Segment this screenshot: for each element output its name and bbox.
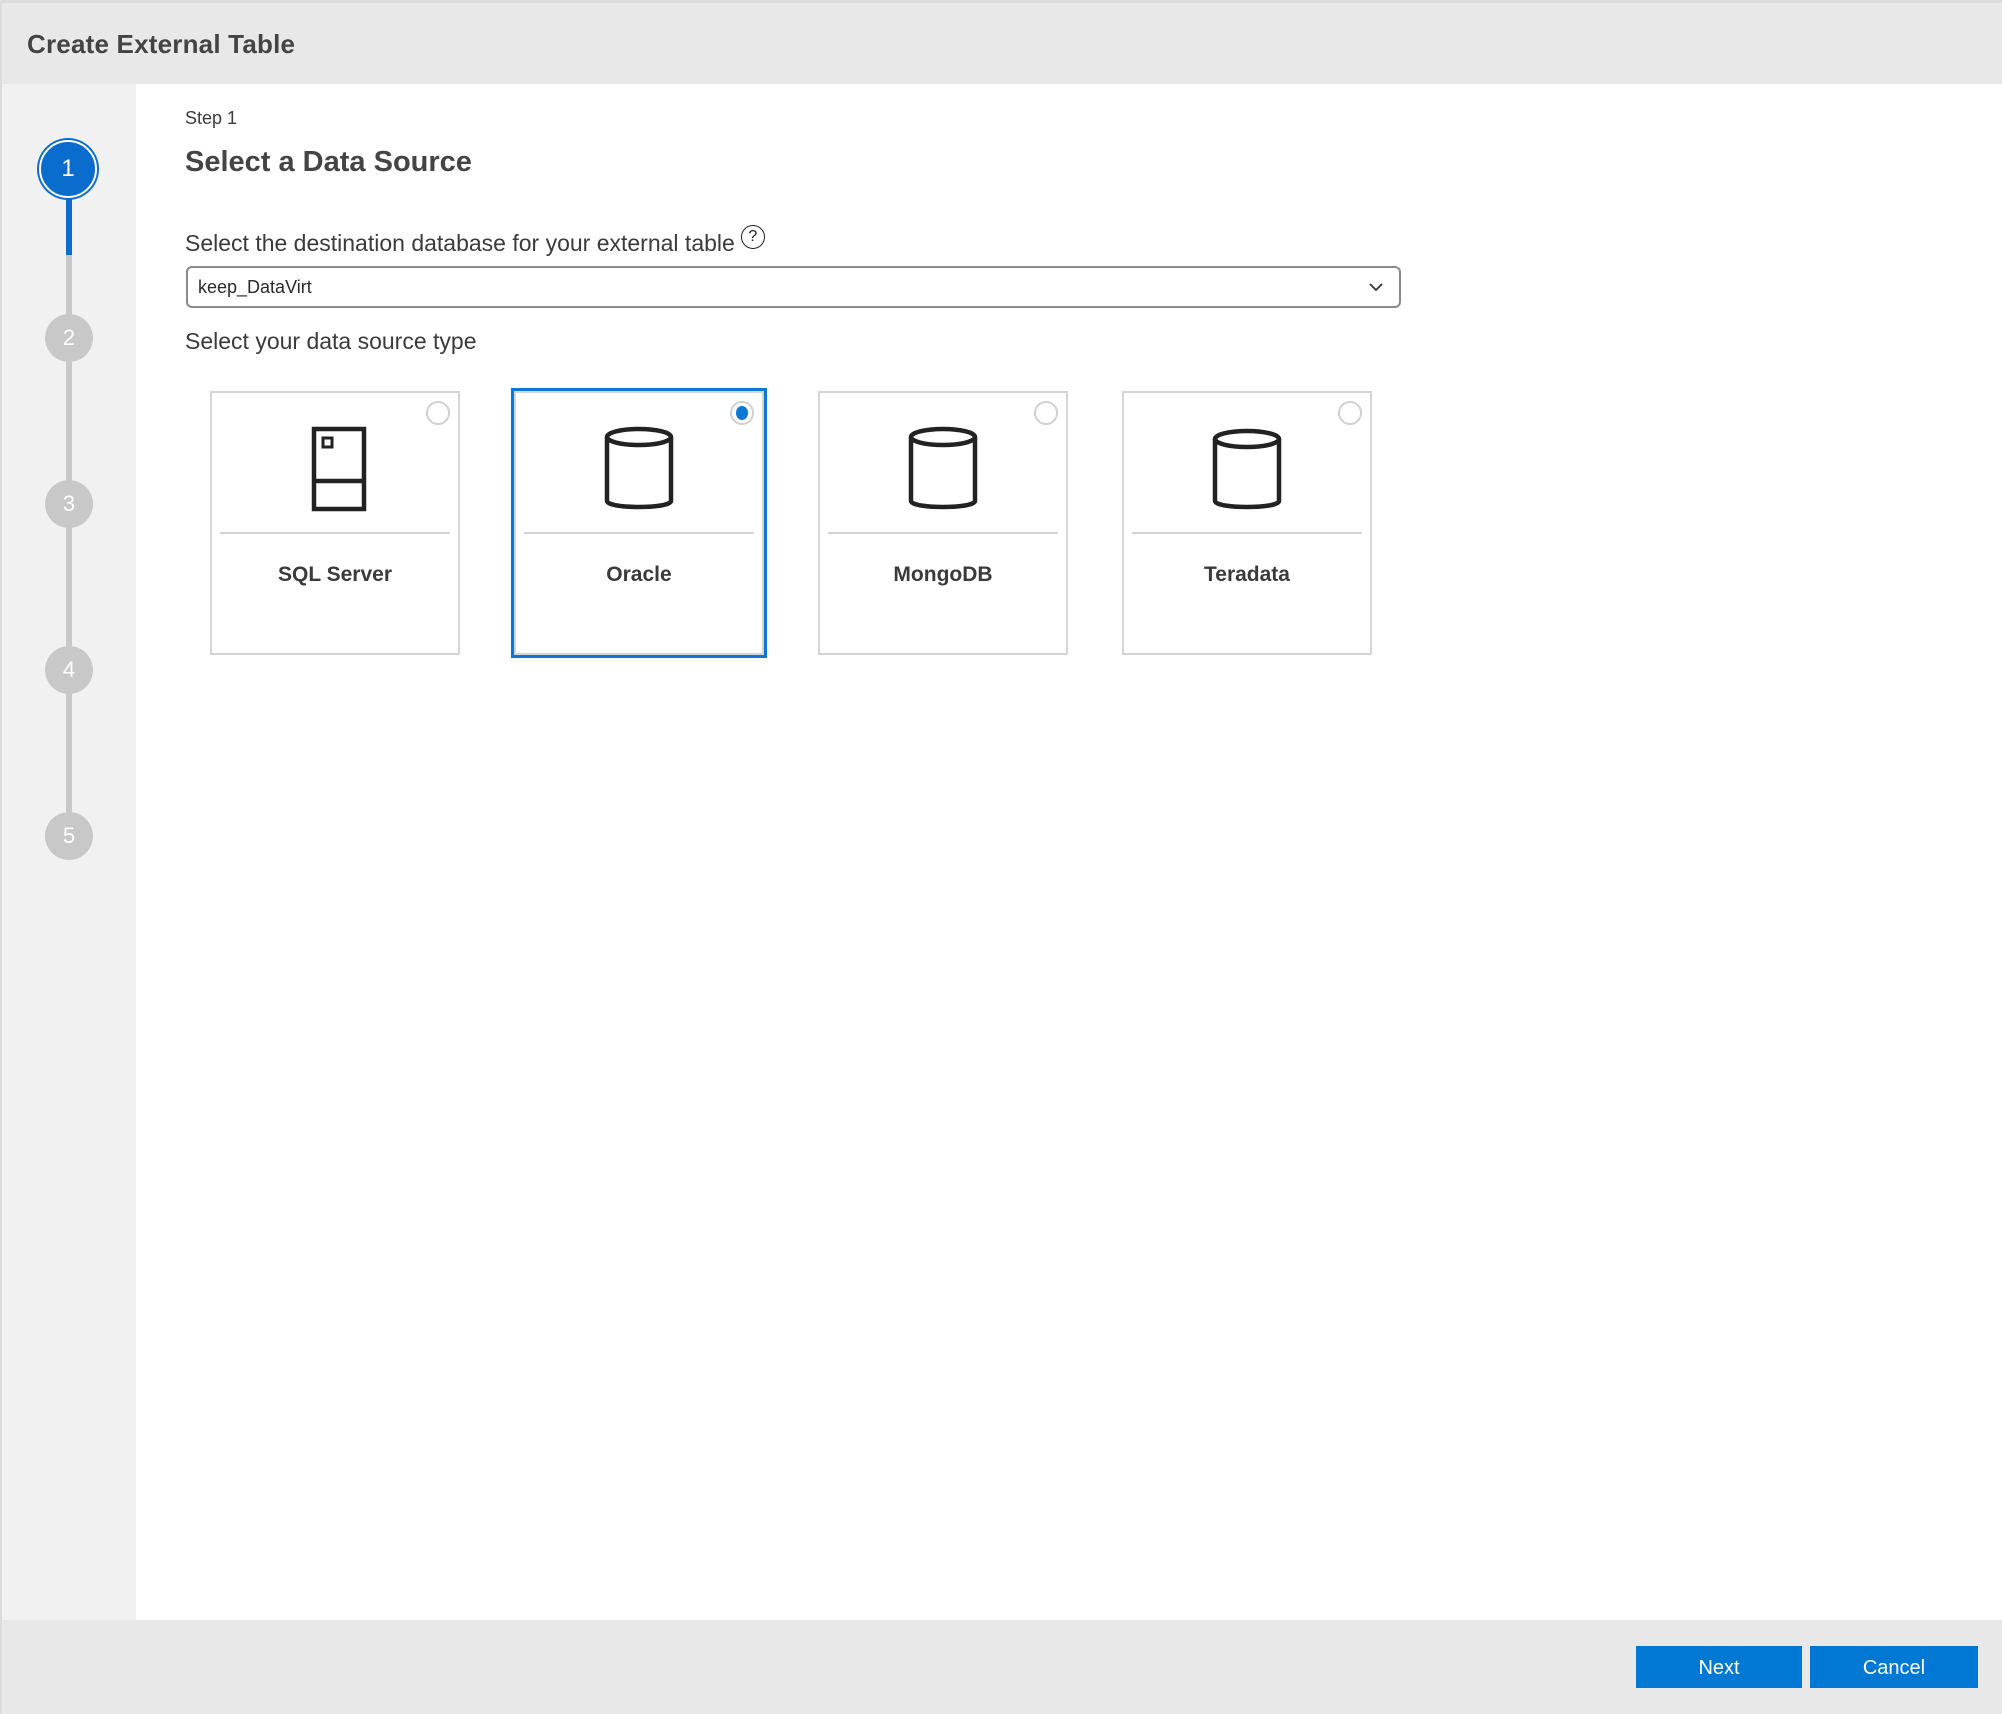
step-5-indicator[interactable]: 5	[45, 812, 93, 860]
next-button[interactable]: Next	[1636, 1646, 1802, 1688]
source-label: Oracle	[606, 563, 672, 586]
source-label: MongoDB	[893, 563, 993, 586]
create-external-table-dialog: Create External Table 1 2 3 4 5 Step 1 S…	[2, 3, 2002, 1714]
dialog-header: Create External Table	[2, 3, 2002, 84]
cancel-button[interactable]: Cancel	[1810, 1646, 1978, 1688]
dialog-title: Create External Table	[27, 29, 296, 59]
source-card-mongodb[interactable]: MongoDB	[818, 391, 1068, 655]
source-label: SQL Server	[277, 563, 392, 586]
source-label: Teradata	[1204, 563, 1290, 586]
source-card-oracle[interactable]: Oracle	[514, 391, 764, 655]
step-connector-active	[66, 188, 72, 255]
database-icon	[604, 426, 674, 510]
destination-database-label-text: Select the destination database for your…	[185, 230, 735, 256]
card-divider	[1132, 532, 1362, 534]
step-4-indicator[interactable]: 4	[45, 646, 93, 694]
card-divider	[828, 532, 1058, 534]
step-2-indicator[interactable]: 2	[45, 314, 93, 362]
radio-sql-server[interactable]	[426, 401, 450, 425]
dialog-footer: Next Cancel	[2, 1620, 2002, 1714]
card-divider	[220, 532, 450, 534]
destination-database-select[interactable]: keep_DataVirt	[186, 266, 1401, 308]
step-label: Step 1	[185, 108, 238, 128]
radio-mongodb[interactable]	[1034, 401, 1058, 425]
server-icon	[311, 426, 367, 512]
radio-teradata[interactable]	[1338, 401, 1362, 425]
step-3-indicator[interactable]: 3	[45, 480, 93, 528]
question-circle-icon[interactable]: ?	[740, 225, 765, 249]
data-source-type-label: Select your data source type	[185, 328, 477, 354]
database-icon	[1212, 428, 1282, 510]
step-1-indicator[interactable]: 1	[39, 140, 97, 198]
radio-oracle[interactable]	[730, 401, 754, 425]
chevron-down-icon	[1369, 283, 1383, 292]
source-card-teradata[interactable]: Teradata	[1122, 391, 1372, 655]
destination-database-label: Select the destination database for your…	[185, 225, 765, 257]
wizard-stepper: 1 2 3 4 5	[2, 84, 136, 1620]
card-divider	[524, 532, 754, 534]
database-icon	[908, 426, 978, 510]
page-title: Select a Data Source	[185, 146, 472, 178]
destination-database-value: keep_DataVirt	[198, 277, 312, 297]
source-card-sql-server[interactable]: SQL Server	[210, 391, 460, 655]
wizard-content: Step 1 Select a Data Source Select the d…	[136, 84, 2002, 1620]
